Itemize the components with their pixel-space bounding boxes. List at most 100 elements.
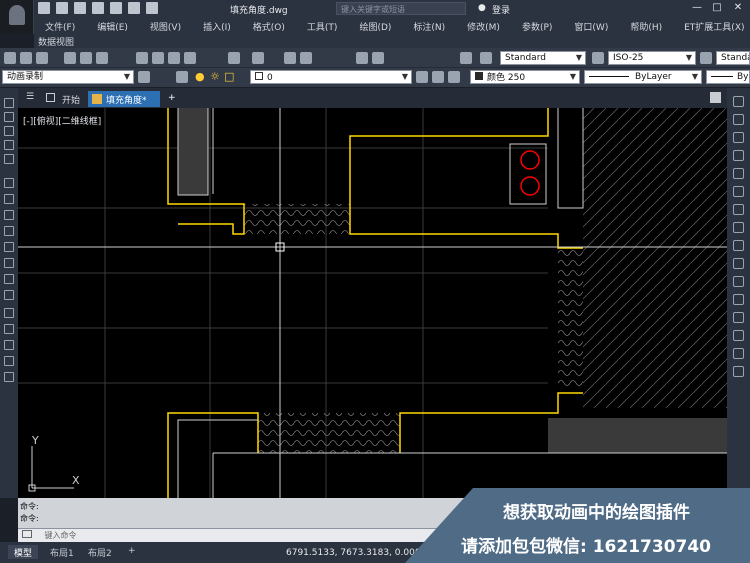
dimension-linear-icon[interactable] (733, 96, 744, 107)
dimension-ordinate-icon[interactable] (733, 150, 744, 161)
color-select[interactable]: 颜色 250 ▼ (470, 70, 580, 84)
dimension-radius-icon[interactable] (733, 168, 744, 179)
explode-icon[interactable] (4, 372, 14, 382)
chamfer-icon[interactable] (4, 308, 14, 318)
arc-icon[interactable] (4, 340, 14, 350)
cut-icon[interactable] (136, 52, 148, 64)
layer-states-icon[interactable] (448, 71, 460, 83)
save-icon[interactable] (36, 52, 48, 64)
lightbulb-icon[interactable]: ● (195, 70, 205, 83)
polyline-icon[interactable] (4, 126, 14, 136)
tab-start[interactable]: 开始 (56, 91, 86, 107)
tab-layout2[interactable]: 布局2 (82, 545, 118, 559)
workspace-select[interactable]: 动画录制 ▼ (2, 70, 134, 84)
stretch-icon[interactable] (4, 226, 14, 236)
dimension-aligned-icon[interactable] (733, 114, 744, 125)
tab-layout1[interactable]: 布局1 (44, 545, 80, 559)
scale-icon[interactable] (4, 210, 14, 220)
gear-icon[interactable] (138, 71, 150, 83)
tolerance-icon[interactable] (733, 276, 744, 287)
text-style-icon[interactable] (480, 52, 492, 64)
match-properties-icon[interactable] (184, 52, 196, 64)
undo-icon[interactable] (128, 2, 140, 14)
lineweight-select[interactable]: By (706, 70, 750, 84)
redo-icon[interactable] (146, 2, 158, 14)
menu-file[interactable]: 文件(F) (34, 18, 86, 34)
break-icon[interactable] (4, 274, 14, 284)
paste-icon[interactable] (168, 52, 180, 64)
menu-insert[interactable]: 插入(I) (192, 18, 242, 34)
baseline-icon[interactable] (733, 240, 744, 251)
menu-window[interactable]: 窗口(W) (563, 18, 619, 34)
polygon-icon[interactable] (4, 140, 14, 150)
pan-icon[interactable] (284, 52, 296, 64)
construction-line-icon[interactable] (4, 112, 14, 122)
table-style-select[interactable]: Standa (716, 51, 750, 65)
menu-edit[interactable]: 编辑(E) (86, 18, 139, 34)
jogged-icon[interactable] (733, 330, 744, 341)
close-button[interactable]: ✕ (731, 2, 745, 14)
preview-icon[interactable] (80, 52, 92, 64)
workspace-switch-icon[interactable] (710, 92, 721, 103)
open-icon[interactable] (56, 2, 68, 14)
layer-select[interactable]: 0 ▼ (250, 70, 412, 84)
rectangle-icon[interactable] (4, 154, 14, 164)
dimension-angular-icon[interactable] (733, 204, 744, 215)
menu-draw[interactable]: 绘图(D) (348, 18, 402, 34)
tab-drawing[interactable]: 填充角度* (88, 91, 160, 107)
open-icon[interactable] (20, 52, 32, 64)
continue-icon[interactable] (733, 258, 744, 269)
properties-icon[interactable] (356, 52, 368, 64)
dimension-arc-icon[interactable] (733, 132, 744, 143)
inspect-icon[interactable] (733, 312, 744, 323)
fillet-icon[interactable] (4, 324, 14, 334)
dim-style-select[interactable]: ISO-25 ▼ (608, 51, 696, 65)
menu-express-tools[interactable]: ET扩展工具(X) (673, 18, 750, 34)
move-icon[interactable] (4, 178, 14, 188)
quick-dimension-icon[interactable] (733, 222, 744, 233)
dim-style-icon[interactable] (592, 52, 604, 64)
make-current-icon[interactable] (416, 71, 428, 83)
save-as-icon[interactable] (92, 2, 104, 14)
copy-icon[interactable] (152, 52, 164, 64)
lock-icon[interactable]: □ (224, 70, 234, 83)
text-edit-icon[interactable] (733, 366, 744, 377)
menu-help[interactable]: 帮助(H) (619, 18, 673, 34)
design-center-icon[interactable] (372, 52, 384, 64)
new-icon[interactable] (4, 52, 16, 64)
tab-model[interactable]: 模型 (8, 545, 39, 559)
maximize-button[interactable]: □ (710, 2, 724, 14)
extend-icon[interactable] (4, 258, 14, 268)
minimize-button[interactable]: — (690, 2, 704, 14)
viewport-controls[interactable]: [-][俯视][二维线框] (23, 114, 101, 127)
center-mark-icon[interactable] (733, 294, 744, 305)
line-icon[interactable] (4, 98, 14, 108)
add-layout-button[interactable]: + (122, 545, 142, 559)
linetype-select[interactable]: ByLayer ▼ (584, 70, 702, 84)
trim-icon[interactable] (4, 242, 14, 252)
print-icon[interactable] (110, 2, 122, 14)
drawing-canvas[interactable]: [-][俯视][二维线框] Y X (18, 108, 727, 498)
spline-icon[interactable] (4, 356, 14, 366)
sun-icon[interactable]: ☼ (210, 70, 220, 83)
help-icon[interactable] (460, 52, 472, 64)
command-input[interactable]: 键入命令 (18, 528, 478, 542)
join-icon[interactable] (4, 290, 14, 300)
new-icon[interactable] (38, 2, 50, 14)
dimension-edit-icon[interactable] (733, 348, 744, 359)
menu-tools[interactable]: 工具(T) (296, 18, 349, 34)
layer-previous-icon[interactable] (432, 71, 444, 83)
menu-view[interactable]: 视图(V) (139, 18, 192, 34)
app-logo[interactable] (0, 0, 34, 34)
menu-data-view[interactable]: 数据视图 (34, 34, 750, 48)
menu-modify[interactable]: 修改(M) (456, 18, 511, 34)
login-button[interactable]: 登录 (492, 3, 510, 16)
add-tab-button[interactable]: + (162, 91, 182, 107)
layer-properties-icon[interactable] (176, 71, 188, 83)
menu-parameters[interactable]: 参数(P) (511, 18, 563, 34)
dimension-diameter-icon[interactable] (733, 186, 744, 197)
menu-dimension[interactable]: 标注(N) (402, 18, 456, 34)
menu-icon[interactable]: ☰ (26, 92, 34, 102)
menu-format[interactable]: 格式(O) (242, 18, 296, 34)
publish-icon[interactable] (96, 52, 108, 64)
